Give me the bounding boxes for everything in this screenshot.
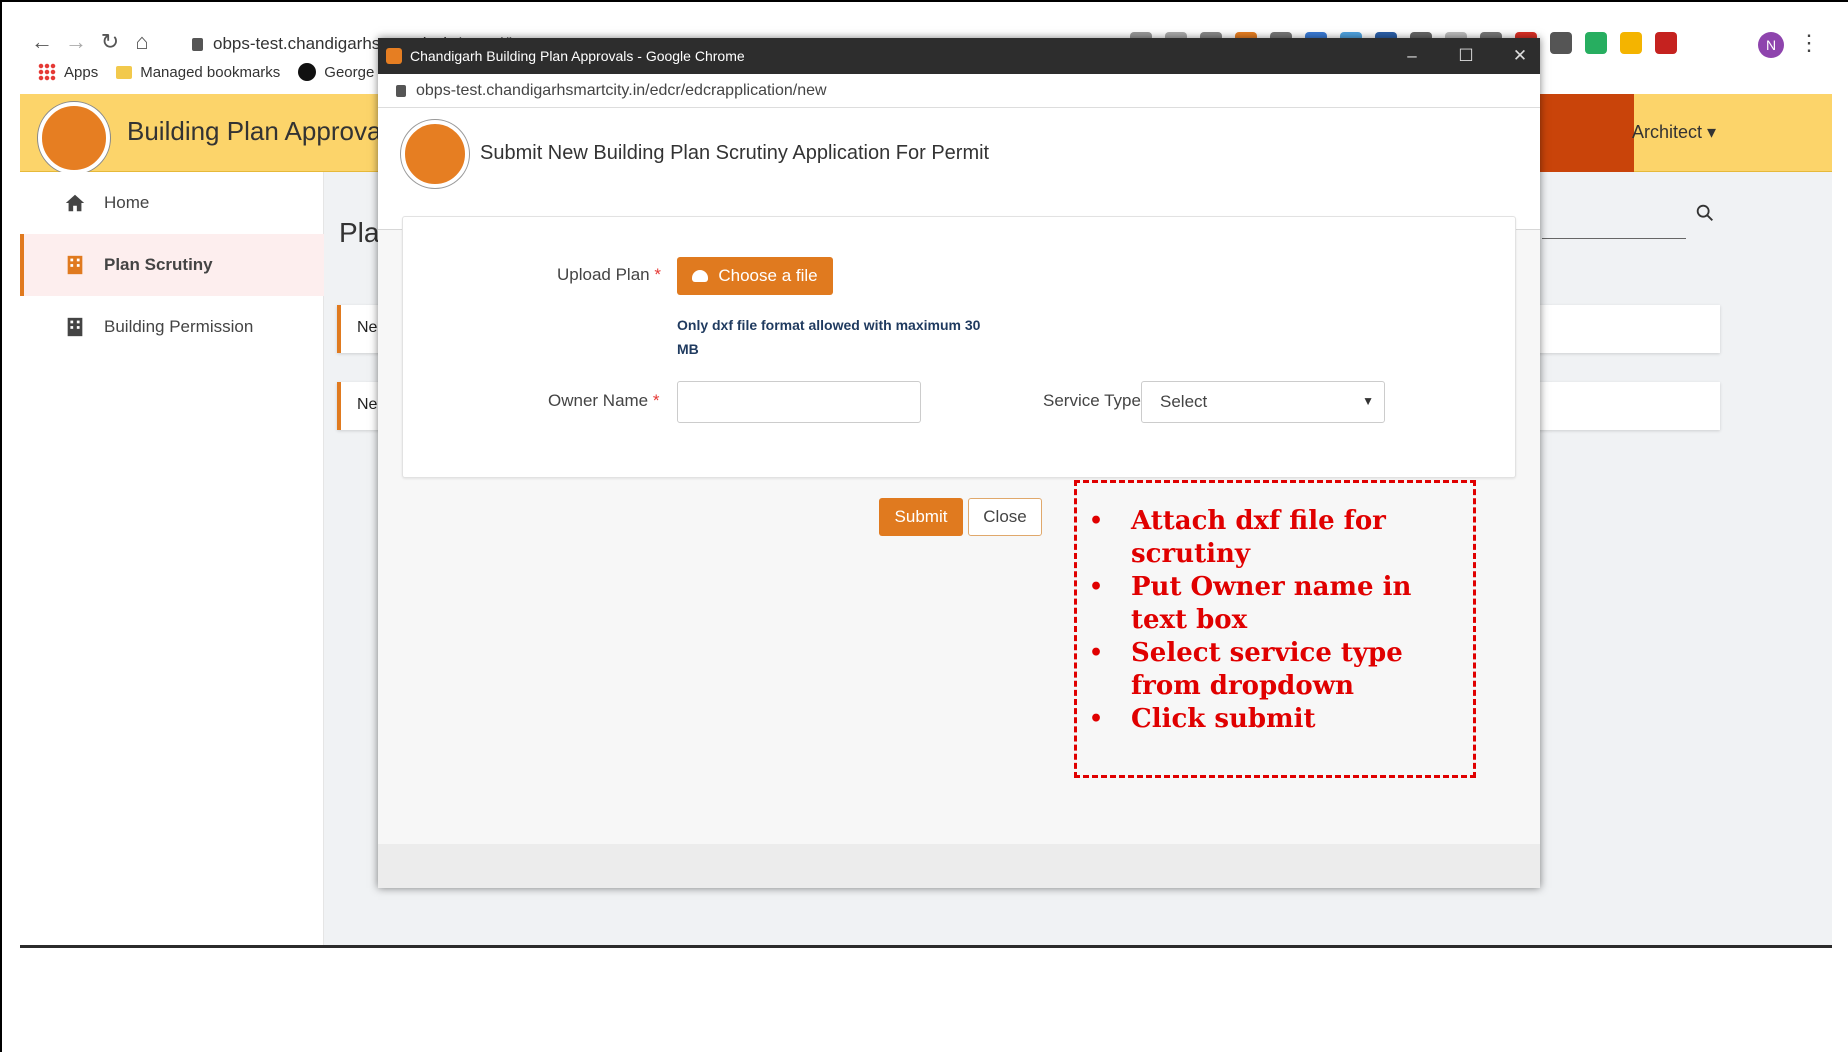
popup-window-title: Chandigarh Building Plan Approvals - Goo…	[410, 48, 745, 64]
lock-icon	[396, 84, 406, 97]
caret-down-icon: ▼	[1362, 394, 1374, 408]
owner-name-label: Owner Name *	[548, 391, 660, 410]
divider	[20, 945, 1832, 948]
user-menu[interactable]: Architect ▾	[1632, 122, 1716, 143]
bookmarks-bar: Apps Managed bookmarks George	[2, 58, 374, 86]
page-title: Pla	[339, 217, 380, 248]
application-form: Upload Plan * Choose a file Only dxf fil…	[402, 216, 1516, 478]
instruction-item: Put Owner name in text box	[1089, 571, 1459, 637]
app-logo	[38, 102, 110, 174]
building-icon	[67, 317, 83, 337]
building-icon	[67, 255, 83, 275]
folder-icon	[116, 65, 133, 79]
extension-icon[interactable]	[1550, 32, 1572, 54]
close-button[interactable]: Close	[968, 498, 1042, 536]
service-type-select[interactable]: Select ▼	[1141, 381, 1385, 423]
bookmark-george[interactable]: George	[298, 63, 374, 81]
profile-avatar[interactable]: N	[1758, 32, 1784, 58]
extension-icon[interactable]	[1585, 32, 1607, 54]
instruction-annotation: Attach dxf file for scrutiny Put Owner n…	[1074, 480, 1476, 778]
popup-titlebar: Chandigarh Building Plan Approvals - Goo…	[378, 38, 1540, 74]
file-format-hint: Only dxf file format allowed with maximu…	[677, 317, 981, 357]
app-title: Building Plan Approval	[127, 116, 388, 146]
sidebar-item-plan-scrutiny[interactable]: Plan Scrutiny	[20, 234, 324, 296]
owner-name-input[interactable]	[677, 381, 921, 423]
browser-menu-icon[interactable]: ⋮	[1798, 30, 1820, 56]
reload-icon[interactable]: ↻	[98, 30, 122, 54]
back-icon[interactable]: ←	[30, 30, 54, 54]
upload-plan-label: Upload Plan *	[557, 265, 661, 284]
popup-address-bar: obps-test.chandigarhsmartcity.in/edcr/ed…	[378, 74, 1540, 108]
minimize-icon[interactable]: –	[1400, 44, 1424, 68]
apps-grid-icon	[38, 63, 56, 81]
home-icon	[65, 194, 85, 212]
instruction-item: Click submit	[1089, 703, 1459, 736]
sidebar-item-home[interactable]: Home	[20, 172, 324, 234]
instruction-item: Select service type from dropdown	[1089, 637, 1459, 703]
screenshot-frame: ← → ↻ ⌂ obps-test.chandigarhsmartcity.in…	[0, 0, 1848, 1052]
maximize-icon[interactable]: ☐	[1454, 44, 1478, 68]
drive-icon[interactable]	[1620, 32, 1642, 54]
site-icon	[298, 63, 317, 81]
sidebar: Home Plan Scrutiny Building Permission	[20, 172, 324, 947]
bookmark-managed[interactable]: Managed bookmarks	[116, 64, 280, 81]
search-input[interactable]	[1542, 238, 1686, 239]
popup-footer	[378, 844, 1540, 888]
app-logo	[401, 120, 469, 188]
choose-file-button[interactable]: Choose a file	[677, 257, 833, 295]
sidebar-item-building-permission[interactable]: Building Permission	[20, 296, 324, 358]
popup-url: obps-test.chandigarhsmartcity.in/edcr/ed…	[416, 81, 827, 99]
popup-header: Submit New Building Plan Scrutiny Applic…	[378, 108, 1540, 230]
instruction-item: Attach dxf file for scrutiny	[1089, 505, 1459, 571]
gmail-icon[interactable]	[1655, 32, 1677, 54]
instruction-list: Attach dxf file for scrutiny Put Owner n…	[1089, 505, 1459, 736]
service-type-label: Service Type *	[1043, 391, 1152, 410]
close-window-icon[interactable]: ✕	[1508, 44, 1532, 68]
submit-button[interactable]: Submit	[879, 498, 963, 536]
home-browser-icon[interactable]: ⌂	[130, 30, 154, 54]
forward-icon[interactable]: →	[64, 30, 88, 54]
favicon-icon	[386, 48, 402, 64]
search-icon[interactable]	[1694, 202, 1716, 224]
cloud-upload-icon	[692, 270, 709, 282]
header-accent-block	[1540, 94, 1634, 172]
bookmark-apps[interactable]: Apps	[38, 63, 98, 81]
form-heading: Submit New Building Plan Scrutiny Applic…	[480, 142, 990, 164]
lock-icon	[192, 37, 203, 51]
